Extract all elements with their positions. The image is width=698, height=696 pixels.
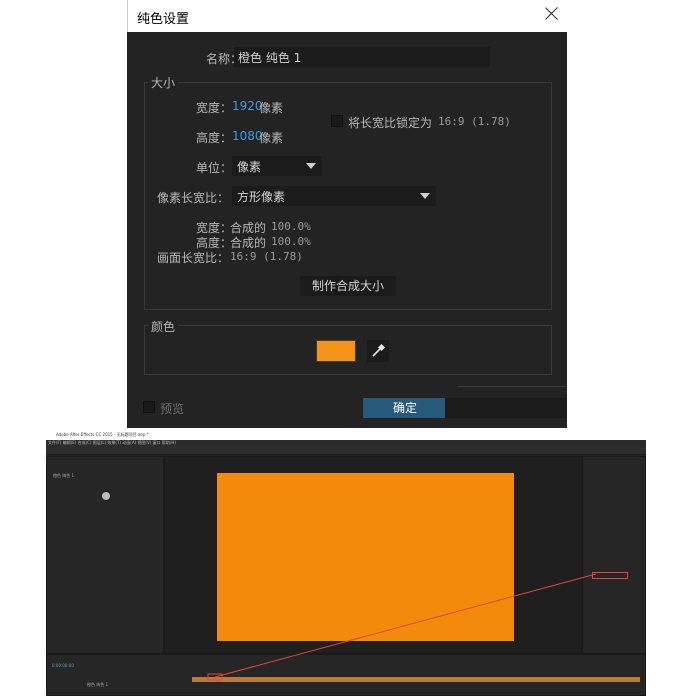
frame-aspect-value: 16:9 (1.78) — [230, 250, 303, 263]
ae-titlebar: Adobe After Effects CC 2015 - 无标题项目.aep … — [46, 432, 646, 440]
composition-canvas-orange-solid[interactable] — [217, 473, 514, 641]
solid-settings-dialog: 纯色设置 名称： 大小 宽度： 1920 像素 高度： 1080 像素 将长宽比… — [127, 0, 567, 428]
ae-toolbar[interactable] — [46, 446, 646, 455]
height-label: 高度： — [196, 131, 233, 145]
name-input[interactable] — [234, 47, 490, 67]
lock-aspect-checkbox[interactable] — [331, 115, 343, 127]
right-panels — [582, 456, 646, 654]
height-value[interactable]: 1080 — [232, 129, 263, 143]
chevron-down-icon — [420, 193, 430, 199]
ok-button[interactable]: 确定 — [363, 398, 447, 418]
color-group-label: 颜色 — [148, 318, 179, 335]
layer-name-small: 橙色 纯色 1 — [53, 473, 75, 478]
preview-label: 预览 — [160, 402, 185, 416]
width-pct-value: 100.0% — [271, 220, 311, 233]
units-select[interactable]: 像素 — [232, 156, 322, 176]
eyedropper-icon — [372, 343, 386, 357]
height-pct-value: 100.0% — [271, 235, 311, 248]
cancel-button-area[interactable] — [445, 398, 567, 418]
divider — [457, 386, 567, 387]
height-unit: 像素 — [259, 131, 284, 145]
eyedropper-button[interactable] — [367, 340, 389, 362]
highlighted-effect-item[interactable] — [592, 572, 628, 579]
effect-controls-panel: 橙色 纯色 1 — [46, 456, 164, 654]
frame-aspect-label: 画面长宽比： — [157, 251, 230, 265]
color-swatch[interactable] — [316, 340, 356, 362]
timeline-layer-name[interactable]: 橙色 纯色 1 — [87, 682, 108, 688]
size-group-label: 大小 — [148, 74, 179, 91]
width-value[interactable]: 1920 — [232, 99, 263, 113]
dialog-titlebar: 纯色设置 — [127, 0, 567, 32]
ae-title: Adobe After Effects CC 2015 - 无标题项目.aep … — [56, 432, 149, 437]
height-pct-prefix: 合成的 — [230, 236, 267, 250]
close-icon[interactable] — [545, 6, 559, 20]
after-effects-window: Adobe After Effects CC 2015 - 无标题项目.aep … — [46, 432, 646, 696]
angle-dial-icon[interactable] — [101, 491, 111, 501]
page: 纯色设置 名称： 大小 宽度： 1920 像素 高度： 1080 像素 将长宽比… — [0, 0, 698, 696]
pixel-aspect-value: 方形像素 — [237, 190, 286, 204]
pixel-aspect-select[interactable]: 方形像素 — [232, 186, 436, 206]
lock-aspect-value: 16:9 (1.78) — [438, 115, 511, 128]
make-comp-size-button[interactable]: 制作合成大小 — [300, 276, 396, 296]
dialog-title: 纯色设置 — [137, 12, 190, 27]
units-label: 单位： — [196, 161, 233, 175]
width-unit: 像素 — [259, 101, 284, 115]
preview-checkbox[interactable] — [143, 401, 155, 413]
lock-aspect-label: 将长宽比锁定为 — [348, 116, 433, 130]
timeline-panel: 0:00:00:00 橙色 纯色 1 — [46, 654, 646, 696]
width-label: 宽度： — [196, 101, 233, 115]
pixel-aspect-label: 像素长宽比： — [157, 191, 230, 205]
units-value: 像素 — [237, 160, 262, 174]
timecode[interactable]: 0:00:00:00 — [52, 663, 74, 668]
chevron-down-icon — [306, 163, 316, 169]
timeline-layer-bar[interactable] — [192, 677, 640, 682]
